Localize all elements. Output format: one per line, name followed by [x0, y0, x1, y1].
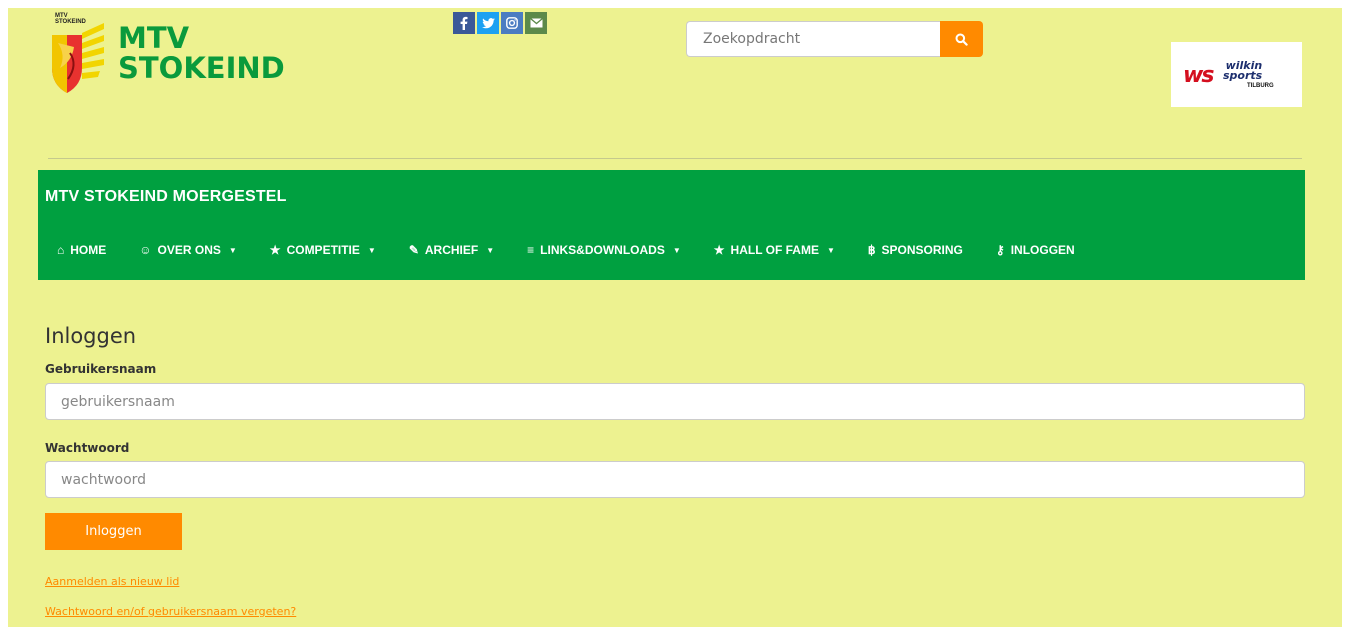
trophy-icon: ★	[269, 243, 281, 257]
logo-line-2: STOKEIND	[118, 51, 285, 85]
register-link[interactable]: Aanmelden als nieuw lid	[45, 575, 179, 588]
nav-item-links-downloads[interactable]: ≡ LINKS&DOWNLOADS ▼	[508, 243, 695, 257]
nav-item-hall-of-fame[interactable]: ★ HALL OF FAME ▼	[695, 243, 849, 257]
caret-down-icon: ▼	[367, 245, 376, 255]
twitter-icon[interactable]	[477, 12, 499, 34]
site-logo[interactable]: MTV STOKEIND MTV STOKEIND	[48, 13, 288, 103]
password-label: Wachtwoord	[45, 441, 130, 455]
nav-item-home[interactable]: ⌂ HOME	[38, 243, 120, 257]
pencil-icon: ✎	[408, 243, 419, 257]
users-icon: ☺	[139, 243, 152, 257]
forgot-password-link[interactable]: Wachtwoord en/of gebruikersnaam vergeten…	[45, 605, 296, 618]
trophy-icon: ★	[713, 243, 725, 257]
nav-item-over-ons[interactable]: ☺ OVER ONS ▼	[120, 243, 251, 257]
search-button[interactable]	[940, 21, 983, 57]
caret-down-icon: ▼	[486, 245, 495, 255]
nav-item-archief[interactable]: ✎ ARCHIEF ▼	[390, 243, 508, 257]
caret-down-icon: ▼	[672, 245, 681, 255]
search-bar	[686, 21, 983, 57]
club-crest-icon	[52, 23, 104, 93]
rss-icon: ≡	[527, 243, 535, 257]
instagram-icon[interactable]	[501, 12, 523, 34]
sponsor-city: TILBURG	[1247, 83, 1274, 89]
bitcoin-icon: ฿	[867, 243, 876, 257]
caret-down-icon: ▼	[228, 245, 237, 255]
search-input[interactable]	[686, 21, 940, 57]
nav-item-sponsoring[interactable]: ฿ SPONSORING	[849, 243, 977, 257]
email-icon[interactable]	[525, 12, 547, 34]
crest-label: MTV STOKEIND	[55, 13, 86, 25]
nav-label: LINKS&DOWNLOADS	[540, 243, 665, 257]
password-input[interactable]	[45, 461, 1305, 498]
nav-label: HOME	[70, 243, 107, 257]
header-divider	[48, 158, 1302, 159]
nav-label: INLOGGEN	[1010, 243, 1075, 257]
login-button[interactable]: Inloggen	[45, 513, 182, 550]
nav-label: COMPETITIE	[286, 243, 360, 257]
navbar-brand[interactable]: MTV STOKEIND MOERGESTEL	[45, 188, 287, 206]
social-links	[453, 12, 547, 34]
page-title: Inloggen	[45, 324, 137, 348]
search-icon	[955, 33, 968, 46]
logo-line-1: MTV	[118, 21, 190, 55]
facebook-icon[interactable]	[453, 12, 475, 34]
nav-item-competitie[interactable]: ★ COMPETITIE ▼	[251, 243, 390, 257]
nav-label: ARCHIEF	[424, 243, 479, 257]
page: MTV STOKEIND MTV STOKEIND ws wil	[8, 8, 1342, 627]
username-label: Gebruikersnaam	[45, 362, 157, 376]
sponsor-initials: ws	[1183, 63, 1214, 88]
nav-label: HALL OF FAME	[730, 243, 819, 257]
caret-down-icon: ▼	[826, 245, 835, 255]
username-input[interactable]	[45, 383, 1305, 420]
nav-label: OVER ONS	[157, 243, 221, 257]
home-icon: ⌂	[57, 243, 65, 257]
sponsor-name: wilkin sports	[1223, 59, 1263, 82]
nav-item-inloggen[interactable]: ⚷ INLOGGEN	[977, 243, 1089, 257]
key-icon: ⚷	[995, 243, 1005, 257]
nav-label: SPONSORING	[881, 243, 963, 257]
sponsor-logo[interactable]: ws wilkin sports TILBURG	[1171, 42, 1302, 107]
logo-text: MTV STOKEIND	[118, 23, 285, 83]
nav-menu: ⌂ HOME ☺ OVER ONS ▼ ★ COMPETITIE ▼ ✎ ARC…	[38, 243, 1089, 257]
main-navbar: MTV STOKEIND MOERGESTEL ⌂ HOME ☺ OVER ON…	[38, 170, 1305, 280]
